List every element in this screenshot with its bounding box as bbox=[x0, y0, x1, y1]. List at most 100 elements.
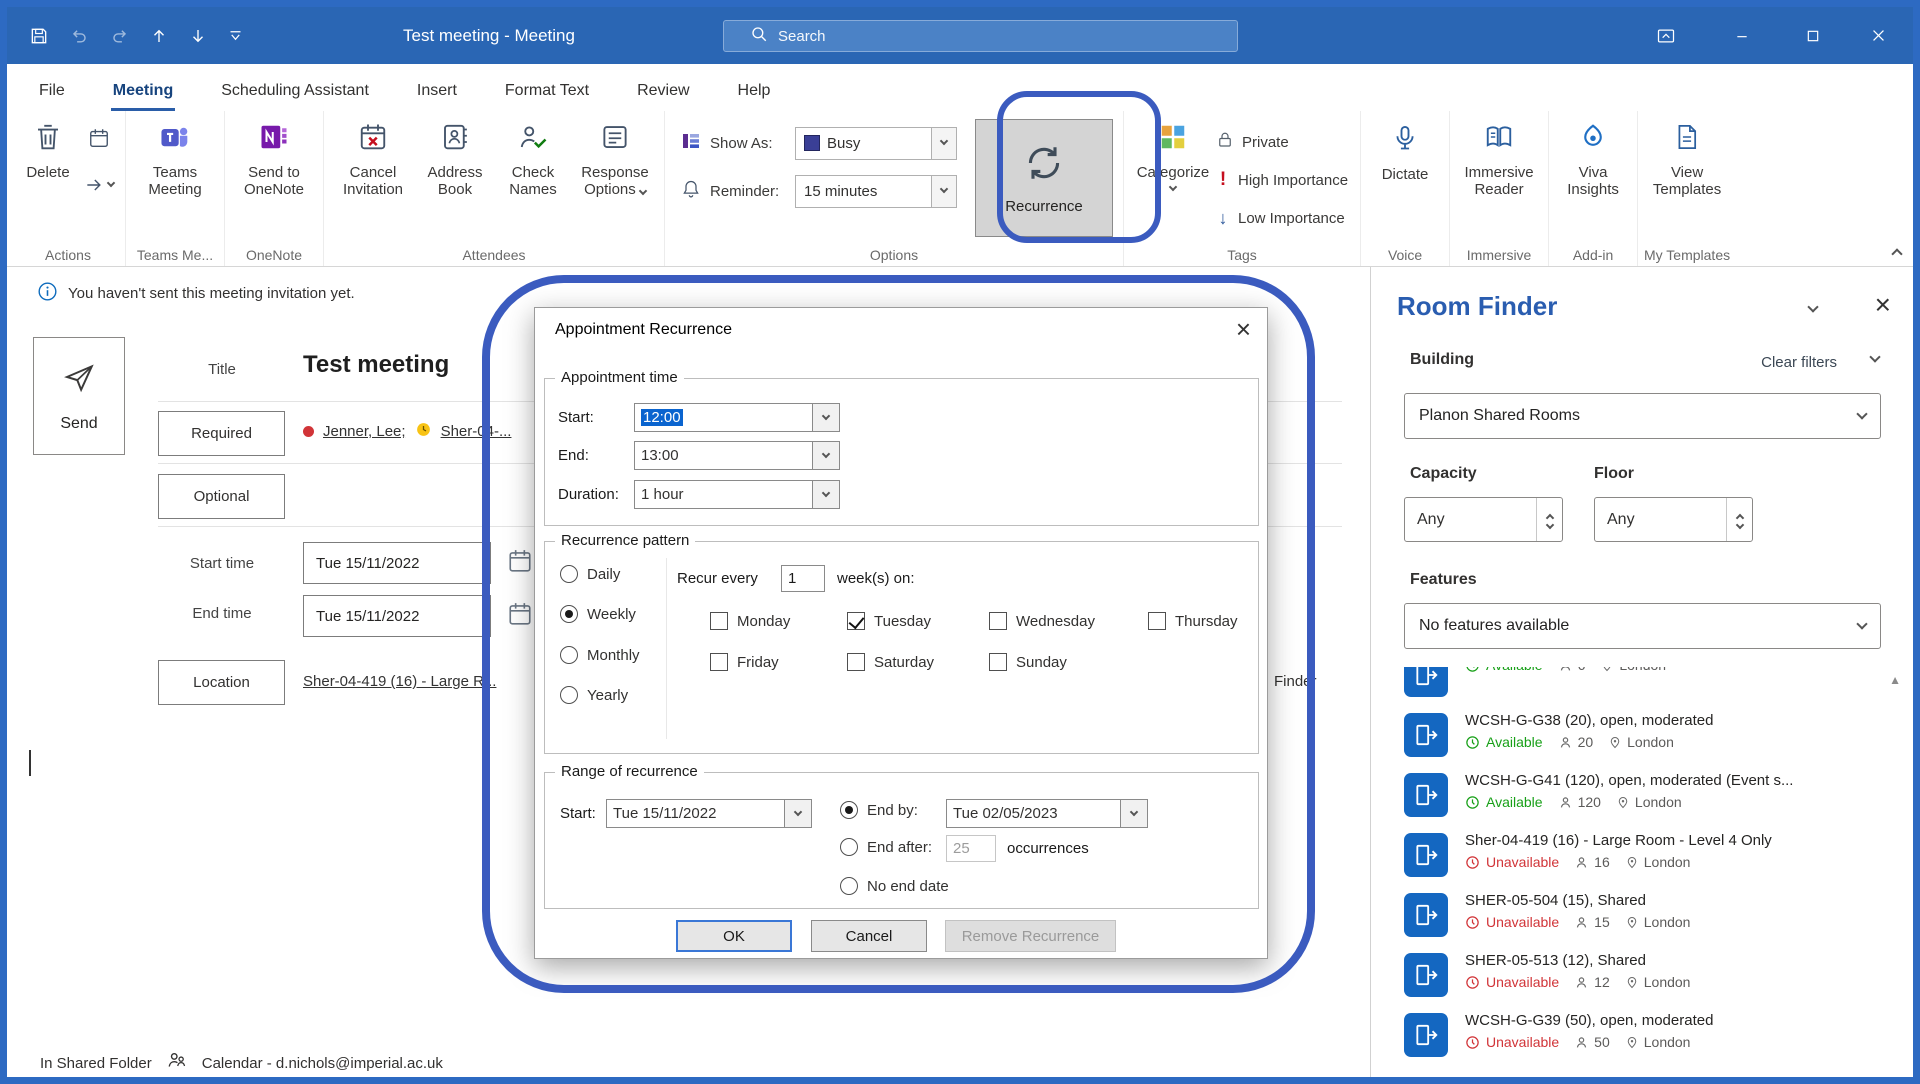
checkbox-monday[interactable]: Monday bbox=[710, 612, 790, 630]
optional-button[interactable]: Optional bbox=[158, 474, 285, 519]
low-importance-button[interactable]: ↓ Low Importance bbox=[1216, 199, 1354, 237]
room-finder-button-partial[interactable]: Finder bbox=[1274, 673, 1317, 690]
dropdown-button[interactable] bbox=[931, 128, 956, 159]
high-importance-button[interactable]: ! High Importance bbox=[1216, 161, 1354, 199]
start-date-field[interactable]: Tue 15/11/2022 bbox=[303, 542, 491, 584]
radio-weekly[interactable]: Weekly bbox=[560, 605, 636, 623]
categorize-button[interactable]: Categorize bbox=[1130, 113, 1216, 190]
radio-no-end-date[interactable]: No end date bbox=[840, 877, 949, 895]
tab-review[interactable]: Review bbox=[635, 72, 691, 111]
checkbox-tuesday[interactable]: Tuesday bbox=[847, 612, 931, 630]
floor-stepper[interactable]: Any bbox=[1594, 497, 1753, 542]
maximize-button[interactable] bbox=[1784, 7, 1842, 64]
viva-insights-button[interactable]: Viva Insights bbox=[1555, 113, 1631, 199]
collapse-ribbon-icon[interactable] bbox=[1891, 248, 1902, 259]
redo-icon[interactable] bbox=[110, 26, 129, 45]
immersive-reader-button[interactable]: Immersive Reader bbox=[1456, 113, 1542, 199]
tab-help[interactable]: Help bbox=[736, 72, 773, 111]
dropdown-button[interactable] bbox=[812, 481, 839, 508]
tab-format-text[interactable]: Format Text bbox=[503, 72, 591, 111]
duration-select[interactable]: 1 hour bbox=[634, 480, 840, 509]
tab-insert[interactable]: Insert bbox=[415, 72, 459, 111]
tab-file[interactable]: File bbox=[37, 72, 67, 111]
interval-input[interactable] bbox=[781, 565, 825, 592]
cancel-invitation-button[interactable]: Cancel Invitation bbox=[330, 113, 416, 199]
stepper-down-icon[interactable] bbox=[1545, 520, 1553, 528]
checkbox-wednesday[interactable]: Wednesday bbox=[989, 612, 1095, 630]
dropdown-button[interactable] bbox=[1120, 800, 1147, 827]
checkbox-sunday[interactable]: Sunday bbox=[989, 653, 1067, 671]
required-button[interactable]: Required bbox=[158, 411, 285, 456]
room-list-item[interactable]: WCSH-G-G38 (20), open, moderated Availab… bbox=[1371, 709, 1913, 769]
reminder-select[interactable]: 15 minutes bbox=[795, 175, 957, 208]
customize-quick-access-icon[interactable] bbox=[228, 28, 243, 43]
ribbon-display-options-icon[interactable] bbox=[1637, 7, 1695, 64]
teams-meeting-button[interactable]: Teams Meeting bbox=[132, 113, 218, 199]
dropdown-button[interactable] bbox=[812, 404, 839, 431]
send-button[interactable]: Send bbox=[33, 337, 125, 455]
view-templates-button[interactable]: View Templates bbox=[1644, 113, 1730, 199]
attendee-link[interactable]: Sher-04-... bbox=[441, 423, 512, 440]
room-list-item[interactable]: SHER-05-504 (15), Shared Unavailable15Lo… bbox=[1371, 889, 1913, 949]
clear-filters-link[interactable]: Clear filters bbox=[1761, 354, 1837, 371]
attendee-link[interactable]: Jenner, Lee; bbox=[323, 423, 406, 440]
end-date-field[interactable]: Tue 15/11/2022 bbox=[303, 595, 491, 637]
room-finder-close-icon[interactable]: × bbox=[1875, 289, 1891, 321]
dropdown-button[interactable] bbox=[784, 800, 811, 827]
dropdown-button[interactable] bbox=[812, 442, 839, 469]
dictate-button[interactable]: Dictate bbox=[1367, 113, 1443, 183]
recurrence-button[interactable]: Recurrence bbox=[975, 119, 1113, 237]
tab-meeting[interactable]: Meeting bbox=[111, 72, 175, 111]
features-select[interactable]: No features available bbox=[1404, 603, 1881, 649]
end-time-select[interactable]: 13:00 bbox=[634, 441, 840, 470]
undo-icon[interactable] bbox=[70, 26, 89, 45]
occurrences-input[interactable] bbox=[946, 835, 996, 862]
tab-scheduling-assistant[interactable]: Scheduling Assistant bbox=[219, 72, 371, 111]
ok-button[interactable]: OK bbox=[676, 920, 792, 952]
scroll-up-icon[interactable]: ▲ bbox=[1889, 673, 1901, 687]
checkbox-friday[interactable]: Friday bbox=[710, 653, 779, 671]
dialog-titlebar[interactable]: Appointment Recurrence bbox=[535, 308, 1267, 352]
meeting-title-value[interactable]: Test meeting bbox=[303, 351, 449, 379]
range-start-select[interactable]: Tue 15/11/2022 bbox=[606, 799, 812, 828]
delete-button[interactable]: Delete bbox=[17, 113, 79, 181]
chevron-down-icon[interactable] bbox=[1807, 301, 1818, 312]
chevron-down-icon[interactable] bbox=[1869, 351, 1880, 362]
remove-recurrence-button[interactable]: Remove Recurrence bbox=[945, 920, 1116, 952]
arrow-down-icon[interactable] bbox=[189, 27, 207, 45]
location-value[interactable]: Sher-04-419 (16) - Large R... bbox=[303, 673, 515, 690]
checkbox-saturday[interactable]: Saturday bbox=[847, 653, 934, 671]
radio-end-after[interactable]: End after: bbox=[840, 838, 932, 856]
room-list-item[interactable]: Sher-04-419 (16) - Large Room - Level 4 … bbox=[1371, 829, 1913, 889]
capacity-stepper[interactable]: Any bbox=[1404, 497, 1563, 542]
room-list-item[interactable]: Available6London bbox=[1371, 667, 1913, 709]
radio-end-by[interactable]: End by: bbox=[840, 801, 918, 819]
cancel-button[interactable]: Cancel bbox=[811, 920, 927, 952]
check-names-button[interactable]: Check Names bbox=[494, 113, 572, 199]
radio-yearly[interactable]: Yearly bbox=[560, 686, 628, 704]
search-box[interactable] bbox=[723, 20, 1238, 52]
date-picker-icon[interactable] bbox=[507, 601, 533, 631]
room-list-item[interactable]: WCSH-G-G41 (120), open, moderated (Event… bbox=[1371, 769, 1913, 829]
response-options-button[interactable]: Response Options bbox=[572, 113, 658, 199]
room-list-item[interactable]: SHER-05-513 (12), Shared Unavailable12Lo… bbox=[1371, 949, 1913, 1009]
building-select[interactable]: Planon Shared Rooms bbox=[1404, 393, 1881, 439]
location-button[interactable]: Location bbox=[158, 660, 285, 705]
search-input[interactable] bbox=[778, 28, 1078, 45]
save-icon[interactable] bbox=[29, 26, 49, 46]
checkbox-thursday[interactable]: Thursday bbox=[1148, 612, 1238, 630]
radio-monthly[interactable]: Monthly bbox=[560, 646, 640, 664]
stepper-down-icon[interactable] bbox=[1735, 520, 1743, 528]
forward-button[interactable] bbox=[84, 175, 114, 195]
close-button[interactable] bbox=[1849, 7, 1907, 64]
private-button[interactable]: Private bbox=[1216, 123, 1354, 161]
minimize-button[interactable] bbox=[1713, 7, 1771, 64]
start-time-select[interactable]: 12:00 bbox=[634, 403, 840, 432]
arrow-up-icon[interactable] bbox=[150, 27, 168, 45]
calendar-small-icon[interactable] bbox=[88, 127, 110, 153]
address-book-button[interactable]: Address Book bbox=[416, 113, 494, 199]
dropdown-button[interactable] bbox=[931, 176, 956, 207]
dialog-close-icon[interactable]: × bbox=[1236, 312, 1251, 346]
show-as-select[interactable]: Busy bbox=[795, 127, 957, 160]
date-picker-icon[interactable] bbox=[507, 548, 533, 578]
